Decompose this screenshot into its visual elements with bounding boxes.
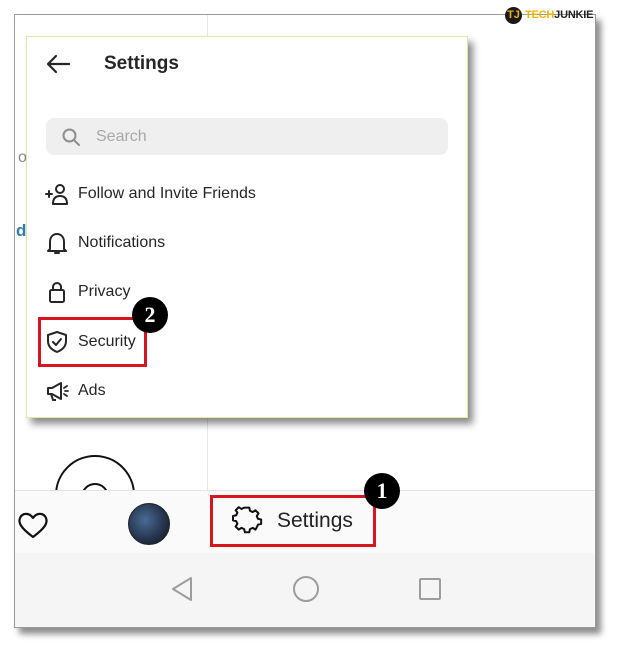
- menu-item-label: Follow and Invite Friends: [78, 185, 256, 202]
- nav-home-icon[interactable]: [293, 576, 319, 602]
- background-link-text: d: [16, 221, 27, 240]
- nav-recents-icon[interactable]: [419, 578, 441, 600]
- search-icon: [62, 128, 80, 146]
- megaphone-icon: [47, 382, 69, 401]
- menu-item-privacy[interactable]: Privacy: [45, 277, 130, 307]
- search-bar[interactable]: [46, 118, 448, 155]
- bell-icon: [47, 233, 67, 254]
- heart-icon[interactable]: [17, 511, 49, 539]
- menu-item-follow-invite[interactable]: Follow and Invite Friends: [45, 179, 256, 209]
- settings-button[interactable]: Settings: [210, 495, 376, 547]
- nav-back-icon[interactable]: [169, 575, 195, 603]
- menu-item-label: Ads: [78, 382, 106, 399]
- add-person-icon: [45, 184, 68, 205]
- page-title: Settings: [104, 53, 179, 74]
- techjunkie-logo: TJ TECHJUNKIE: [505, 6, 594, 24]
- step-badge-2: 2: [132, 297, 168, 333]
- logo-mark: TJ: [505, 6, 522, 24]
- back-arrow-icon[interactable]: [45, 53, 71, 75]
- menu-item-ads[interactable]: Ads: [45, 376, 106, 406]
- gear-icon: [231, 506, 263, 534]
- search-input[interactable]: [96, 118, 416, 155]
- shield-check-icon: [47, 331, 67, 353]
- menu-item-security[interactable]: Security: [45, 327, 136, 357]
- menu-item-label: Notifications: [78, 234, 166, 251]
- menu-item-label: Security: [78, 333, 136, 350]
- menu-item-label: Privacy: [78, 283, 131, 300]
- settings-popup: Settings Follow and Invite Friends Notif…: [26, 36, 468, 418]
- step-badge-1: 1: [364, 473, 400, 509]
- avatar[interactable]: [128, 503, 170, 545]
- lock-icon: [49, 281, 65, 303]
- settings-label: Settings: [277, 509, 353, 532]
- menu-item-notifications[interactable]: Notifications: [45, 228, 165, 258]
- logo-text: TECHJUNKIE: [525, 9, 594, 21]
